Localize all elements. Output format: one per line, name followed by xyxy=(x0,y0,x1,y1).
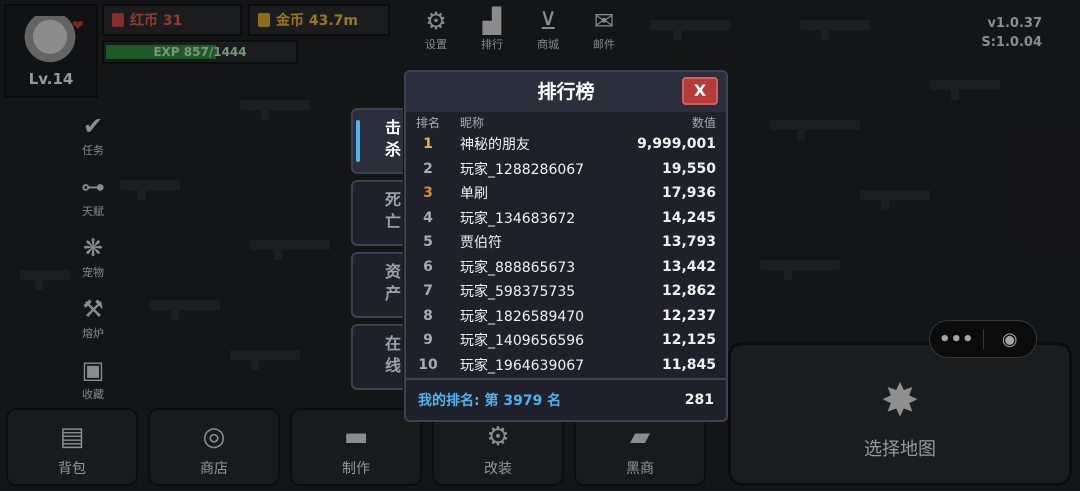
leaderboard-title: 排行榜 xyxy=(537,81,595,103)
close-button[interactable]: X xyxy=(682,77,718,105)
row-rank: 5 xyxy=(423,234,433,251)
table-row: 2 玩家_1288286067 19,550 xyxy=(406,157,726,182)
row-rank: 8 xyxy=(423,307,433,324)
leaderboard-header: 排行榜 X xyxy=(406,72,726,112)
tab-kills[interactable]: 击杀 xyxy=(351,108,403,174)
row-rank: 1 xyxy=(423,136,433,153)
row-value: 13,442 xyxy=(661,258,716,275)
table-row: 8 玩家_1826589470 12,237 xyxy=(406,304,726,329)
row-name: 玩家_1288286067 xyxy=(460,161,585,178)
tab-label: 在线 xyxy=(382,335,401,379)
row-name: 玩家_1409656596 xyxy=(460,333,585,350)
table-row: 5 贾伯符 13,793 xyxy=(406,230,726,255)
leaderboard-panel: 排行榜 X 排名 昵称 数值 1 神秘的朋友 9,999,001 2 玩家_12… xyxy=(404,70,728,422)
row-name: 贾伯符 xyxy=(460,235,502,252)
row-rank: 10 xyxy=(418,356,438,373)
table-row: 1 神秘的朋友 9,999,001 xyxy=(406,132,726,157)
row-value: 12,125 xyxy=(661,332,716,349)
tab-assets[interactable]: 资产 xyxy=(351,252,403,318)
row-value: 9,999,001 xyxy=(637,136,716,153)
row-value: 12,862 xyxy=(661,283,716,300)
row-name: 单刷 xyxy=(460,186,488,203)
row-value: 14,245 xyxy=(661,209,716,226)
rank-column-header: 排名 xyxy=(416,116,441,130)
name-column-header: 昵称 xyxy=(460,116,485,130)
table-row: 9 玩家_1409656596 12,125 xyxy=(406,328,726,353)
tab-online[interactable]: 在线 xyxy=(351,324,403,390)
table-row: 7 玩家_598375735 12,862 xyxy=(406,279,726,304)
row-name: 神秘的朋友 xyxy=(460,137,530,154)
column-headers: 排名 昵称 数值 xyxy=(406,114,726,132)
table-row: 6 玩家_888865673 13,442 xyxy=(406,255,726,280)
tab-deaths[interactable]: 死亡 xyxy=(351,180,403,246)
value-column-header: 数值 xyxy=(691,116,716,130)
leaderboard-list[interactable]: 1 神秘的朋友 9,999,001 2 玩家_1288286067 19,550… xyxy=(406,132,726,382)
row-value: 17,936 xyxy=(661,185,716,202)
table-row: 10 玩家_1964639067 11,845 xyxy=(406,353,726,378)
row-rank: 4 xyxy=(423,209,433,226)
row-value: 12,237 xyxy=(661,307,716,324)
row-value: 19,550 xyxy=(661,160,716,177)
row-name: 玩家_1826589470 xyxy=(460,308,585,325)
row-name: 玩家_598375735 xyxy=(460,284,576,301)
row-rank: 6 xyxy=(423,258,433,275)
tab-label: 死亡 xyxy=(382,191,401,235)
table-row: 4 玩家_134683672 14,245 xyxy=(406,206,726,231)
row-rank: 2 xyxy=(423,160,433,177)
tab-label: 资产 xyxy=(382,263,401,307)
row-value: 11,845 xyxy=(661,356,716,373)
my-rank-label: 我的排名: 第 3979 名 xyxy=(418,393,562,409)
my-rank-value: 281 xyxy=(684,392,714,408)
my-rank-footer: 我的排名: 第 3979 名 281 xyxy=(406,378,726,420)
row-value: 13,793 xyxy=(661,234,716,251)
tab-label: 击杀 xyxy=(382,119,401,163)
row-name: 玩家_888865673 xyxy=(460,259,576,276)
row-name: 玩家_1964639067 xyxy=(460,357,585,374)
row-rank: 7 xyxy=(423,283,433,300)
row-rank: 3 xyxy=(423,185,433,202)
row-name: 玩家_134683672 xyxy=(460,210,576,227)
row-rank: 9 xyxy=(423,332,433,349)
leaderboard-tabs: 击杀 死亡 资产 在线 xyxy=(351,108,403,396)
table-row: 3 单刷 17,936 xyxy=(406,181,726,206)
